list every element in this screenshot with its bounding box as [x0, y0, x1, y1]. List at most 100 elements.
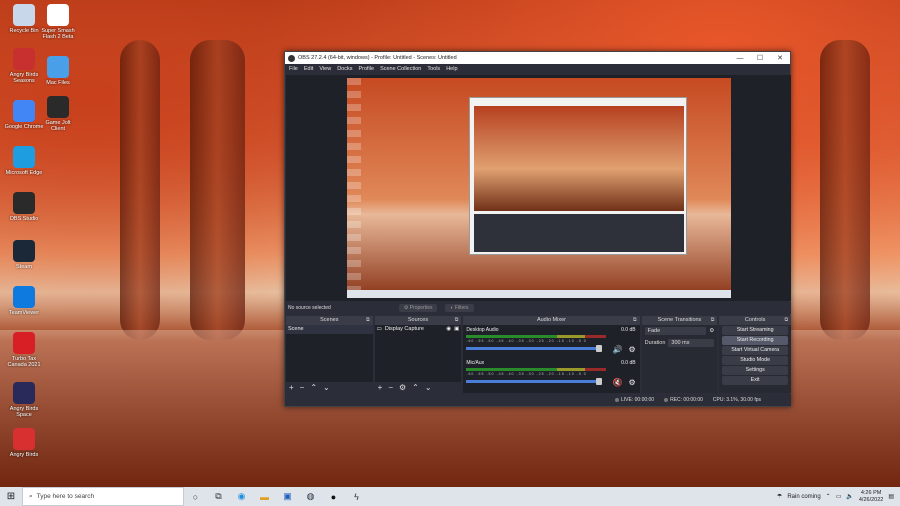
dock-float-icon[interactable]: ⧉: [455, 316, 459, 325]
edge-taskbar-icon[interactable]: ◉: [230, 491, 253, 502]
exit-button[interactable]: Exit: [722, 376, 789, 385]
desktop-icon[interactable]: Turbo Tax Canada 2021: [4, 332, 44, 368]
volume-meter: [466, 335, 607, 338]
minimize-button[interactable]: —: [730, 55, 750, 62]
desktop-icon[interactable]: Super Smash Flash 2 Beta: [38, 4, 78, 40]
move-up-icon[interactable]: ⌃: [412, 383, 419, 392]
desktop-icon[interactable]: Steam: [4, 240, 44, 270]
menu-edit[interactable]: Edit: [304, 66, 313, 72]
weather-text[interactable]: Rain coming: [787, 494, 820, 500]
settings-button[interactable]: Settings: [722, 366, 789, 375]
menu-file[interactable]: File: [289, 66, 298, 72]
speaker-muted-icon[interactable]: 🔇: [613, 378, 623, 387]
source-toolbar: No source selected ⚙ Properties ◐ Filter…: [286, 302, 791, 314]
volume-icon[interactable]: 🔈: [846, 493, 853, 500]
transition-select[interactable]: Fade: [644, 327, 707, 335]
no-source-label: No source selected: [288, 305, 331, 311]
lock-icon[interactable]: ▣: [454, 325, 459, 334]
obs-window[interactable]: OBS 27.2.4 (64-bit, windows) - Profile: …: [284, 51, 792, 407]
duration-input[interactable]: 300 ms: [668, 339, 715, 347]
desktop-icon[interactable]: Microsoft Edge: [4, 146, 44, 176]
source-item[interactable]: ▭ Display Capture ◉ ▣: [375, 325, 462, 334]
speaker-icon[interactable]: 🔊: [613, 345, 623, 354]
controls-title: Controls: [744, 317, 766, 323]
source-properties-icon[interactable]: ⚙: [399, 383, 406, 392]
eye-icon[interactable]: ◉: [446, 325, 451, 334]
desktop-icon-label: Mac Files: [46, 80, 70, 86]
clock-date: 4/26/2022: [858, 496, 884, 503]
menu-profile[interactable]: Profile: [358, 66, 374, 72]
dock-float-icon[interactable]: ⧉: [633, 316, 637, 325]
obs-taskbar-icon[interactable]: ●: [322, 492, 345, 502]
ssf2-icon: [47, 4, 69, 26]
preview-canvas[interactable]: [286, 75, 791, 301]
scenes-list[interactable]: Scene: [286, 325, 373, 382]
task-view-icon[interactable]: ⧉: [207, 491, 230, 502]
angry-birds-seasons-icon: [13, 48, 35, 70]
desktop-icon[interactable]: Mac Files: [38, 56, 78, 86]
desktop-icon[interactable]: Game Jolt Client: [38, 96, 78, 132]
tray-overflow-icon[interactable]: ⌃: [826, 493, 831, 500]
properties-button[interactable]: ⚙ Properties: [398, 304, 438, 312]
controls-header: Controls ⧉: [719, 316, 792, 325]
desktop-icon-label: Steam: [16, 264, 32, 270]
channel-settings-icon[interactable]: ⚙: [628, 345, 635, 354]
volume-slider[interactable]: [466, 345, 603, 352]
menu-tools[interactable]: Tools: [427, 66, 440, 72]
add-scene-icon[interactable]: +: [289, 383, 294, 392]
move-up-icon[interactable]: ⌃: [310, 383, 317, 392]
desktop-icon[interactable]: Angry Birds: [4, 428, 44, 458]
move-down-icon[interactable]: ⌄: [425, 383, 432, 392]
remove-source-icon[interactable]: −: [388, 383, 393, 392]
desktop-icon[interactable]: TeamViewer: [4, 286, 44, 316]
close-button[interactable]: ✕: [770, 54, 790, 62]
edge-icon: [13, 146, 35, 168]
store-icon[interactable]: ▣: [276, 491, 299, 502]
game-jolt-taskbar-icon[interactable]: ϟ: [345, 492, 368, 502]
start-virtual-camera-button[interactable]: Start Virtual Camera: [722, 346, 789, 355]
nested-obs-window: [469, 97, 687, 255]
steam-taskbar-icon[interactable]: ◍: [299, 491, 322, 502]
start-streaming-button[interactable]: Start Streaming: [722, 326, 789, 335]
remove-scene-icon[interactable]: −: [300, 383, 305, 392]
maximize-button[interactable]: ☐: [750, 54, 770, 62]
menu-docks[interactable]: Docks: [337, 66, 352, 72]
angry-birds-icon: [13, 428, 35, 450]
dock-float-icon[interactable]: ⧉: [711, 316, 715, 325]
add-source-icon[interactable]: +: [378, 383, 383, 392]
transition-settings-icon[interactable]: ⚙: [709, 328, 714, 334]
menu-view[interactable]: View: [319, 66, 331, 72]
desktop-icon[interactable]: Angry Birds Space: [4, 382, 44, 418]
filters-button[interactable]: ◐ Filters: [445, 304, 474, 312]
start-recording-button[interactable]: Start Recording: [722, 336, 789, 345]
sources-list[interactable]: ▭ Display Capture ◉ ▣: [374, 325, 462, 382]
desktop-icon-label: TeamViewer: [8, 310, 40, 316]
meter-ticks: -60 -55 -50 -45 -40 -35 -30 -25 -20 -15 …: [466, 339, 587, 343]
slider-handle[interactable]: [596, 378, 603, 385]
notifications-icon[interactable]: ▤: [888, 493, 894, 500]
desktop-icon[interactable]: OBS Studio: [4, 192, 44, 222]
system-tray: ☂ Rain coming ⌃ ▭ 🔈 4:26 PM 4/26/2022 ▤: [777, 490, 900, 504]
slider-handle[interactable]: [596, 345, 603, 352]
cortana-icon[interactable]: ○: [184, 492, 207, 502]
dock-float-icon[interactable]: ⧉: [784, 316, 788, 325]
studio-mode-button[interactable]: Studio Mode: [722, 356, 789, 365]
menu-help[interactable]: Help: [446, 66, 457, 72]
windows-start-icon[interactable]: ⊞: [0, 491, 22, 502]
mixer-channel-desktop-audio: Desktop Audio 0.0 dB -60 -55 -50 -45 -40…: [463, 325, 639, 358]
taskbar-search-box[interactable]: ⌕ Type here to search: [22, 487, 184, 506]
menu-bar: File Edit View Docks Profile Scene Colle…: [285, 64, 790, 74]
clock[interactable]: 4:26 PM 4/26/2022: [859, 490, 883, 504]
scene-item[interactable]: Scene: [286, 325, 373, 334]
channel-settings-icon[interactable]: ⚙: [628, 378, 635, 387]
menu-scene-collection[interactable]: Scene Collection: [380, 66, 421, 72]
weather-icon[interactable]: ☂: [777, 493, 782, 500]
volume-slider[interactable]: [466, 378, 603, 385]
scene-transitions-dock: Scene Transitions ⧉ Fade ⚙ Duration 300 …: [641, 316, 718, 393]
network-icon[interactable]: ▭: [836, 493, 842, 500]
dock-float-icon[interactable]: ⧉: [366, 316, 370, 325]
move-down-icon[interactable]: ⌄: [323, 383, 330, 392]
file-explorer-icon[interactable]: ▬: [253, 492, 276, 502]
title-bar[interactable]: OBS 27.2.4 (64-bit, windows) - Profile: …: [285, 52, 790, 64]
sources-header: Sources ⧉: [374, 316, 462, 325]
